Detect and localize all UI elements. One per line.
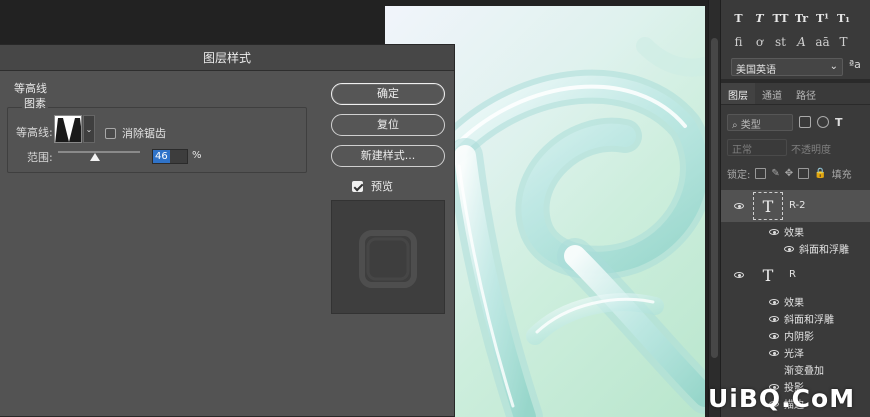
tab-layers[interactable]: 图层 [721,83,755,104]
layer-filter-row: ⌕ 类型 T [727,113,867,131]
contour-curve-icon [55,118,81,142]
discretionary-ligature-button[interactable]: st [773,34,788,50]
blend-mode-select[interactable]: 正常 [727,139,787,156]
style-preview [331,200,445,314]
chevron-down-icon[interactable]: ⌄ [83,115,95,143]
ligature-button[interactable]: fi [731,34,746,50]
old-style-button[interactable]: ơ [752,34,767,50]
antialias-checkbox[interactable] [105,127,116,139]
faux-bold-button[interactable]: T [731,10,746,26]
antialias-option[interactable]: 消除锯齿 [105,125,166,141]
reset-button[interactable]: 复位 [331,114,445,136]
photoshop-window: T T TT Tr T¹ T₁ fi ơ st A aā T 美国英语 ⌄ ªa… [0,0,870,417]
lock-position-icon[interactable]: ✥ [785,168,793,179]
range-unit: % [192,150,202,161]
visibility-eye-icon[interactable] [734,203,744,209]
faux-italic-button[interactable]: T [752,10,767,26]
image-filter-icon[interactable] [799,116,811,128]
effects-row[interactable]: 效果 [769,224,804,239]
range-slider-handle[interactable] [90,153,100,161]
effects-label: 效果 [784,298,804,309]
layer-filter-select[interactable]: ⌕ 类型 [727,113,793,131]
effect-label: 光泽 [784,349,804,360]
layer-name[interactable]: R [789,269,796,280]
visibility-eye-icon[interactable] [769,298,779,305]
effect-row[interactable]: 渐变叠加 [784,362,824,377]
lock-label: 锁定: [727,170,751,181]
opentype-row: fi ơ st A aā T [731,34,851,50]
effect-label: 内阴影 [784,332,814,343]
lock-transparent-icon[interactable] [755,168,767,179]
visibility-eye-icon[interactable] [769,332,779,339]
swash-button[interactable]: A [794,34,809,50]
contour-picker[interactable] [54,115,82,143]
effect-label: 斜面和浮雕 [799,245,849,256]
effect-label: 斜面和浮雕 [784,315,834,326]
small-caps-button[interactable]: Tr [794,10,809,26]
scrollbar-thumb[interactable] [711,38,718,358]
lock-artboard-icon[interactable] [798,168,810,179]
ok-button[interactable]: 确定 [331,83,445,105]
titling-alternates-button[interactable]: T [836,34,851,50]
tab-paths[interactable]: 路径 [789,83,823,104]
preview-swatch-icon [359,230,417,288]
layer-name[interactable]: R-2 [789,200,806,211]
opacity-label: 不透明度 [791,145,831,156]
right-panel: T T TT Tr T¹ T₁ fi ơ st A aā T 美国英语 ⌄ ªa… [720,0,870,417]
effects-row[interactable]: 效果 [769,294,804,309]
filter-type-label: 类型 [740,119,761,131]
layer-row-r[interactable]: T R [721,259,870,291]
lock-row: 锁定: ✎ ✥ 🔒 填充 [727,166,870,181]
effect-row[interactable]: 光泽 [769,345,804,360]
lock-pixels-icon[interactable]: ✎ [771,168,779,179]
text-layer-thumbnail: T [753,192,783,220]
text-filter-icon[interactable]: T [835,116,843,129]
group-title: 图素 [22,95,48,111]
preview-label: 预览 [371,180,393,193]
tab-channels[interactable]: 通道 [755,83,789,104]
range-value[interactable]: 46 [153,150,170,163]
panel-scrollbar[interactable] [708,0,720,417]
layers-panel-tabs: 图层 通道 路径 [721,83,870,105]
stylistic-alternates-button[interactable]: aā [815,34,830,50]
text-layer-thumbnail: T [762,265,774,285]
type-style-row: T T TT Tr T¹ T₁ [731,10,851,26]
dialog-title: 图层样式 [0,45,454,71]
layer-row-r2[interactable]: T R-2 [721,190,870,222]
all-caps-button[interactable]: TT [773,10,789,26]
preview-option[interactable]: 预览 [352,178,393,194]
language-value: 美国英语 [736,65,776,76]
visibility-eye-icon[interactable] [734,272,744,278]
visibility-eye-icon[interactable] [784,245,794,252]
superscript-button[interactable]: T¹ [815,10,830,26]
language-select[interactable]: 美国英语 ⌄ [731,58,843,76]
fill-label: 填充 [831,170,852,181]
preview-checkbox[interactable] [352,180,363,192]
layer-style-dialog: 图层样式 等高线 图素 等高线: ⌄ 消除锯齿 范围: 46 % 确定 复位 新… [0,44,455,417]
subscript-button[interactable]: T₁ [836,10,851,26]
adjustment-filter-icon[interactable] [817,116,829,128]
effect-row[interactable]: 内阴影 [769,328,814,343]
effect-label: 渐变叠加 [784,366,824,377]
search-icon: ⌕ [732,119,738,131]
lock-all-icon[interactable]: 🔒 [814,168,826,179]
antialias-method-select[interactable]: ªa [849,58,861,71]
visibility-eye-icon[interactable] [769,228,779,235]
contour-label: 等高线: [16,126,53,139]
effect-row[interactable]: 斜面和浮雕 [769,311,834,326]
chevron-down-icon: ⌄ [829,61,838,72]
section-title: 等高线 [14,82,47,95]
range-label: 范围: [27,151,53,164]
antialias-label: 消除锯齿 [122,127,166,140]
effects-label: 效果 [784,228,804,239]
effect-row[interactable]: 斜面和浮雕 [784,241,849,256]
new-style-button[interactable]: 新建样式... [331,145,445,167]
blend-row: 正常 不透明度 [727,139,870,156]
site-watermark: UiBQ.CoM [708,384,856,413]
visibility-eye-icon[interactable] [769,315,779,322]
visibility-eye-icon[interactable] [769,349,779,356]
